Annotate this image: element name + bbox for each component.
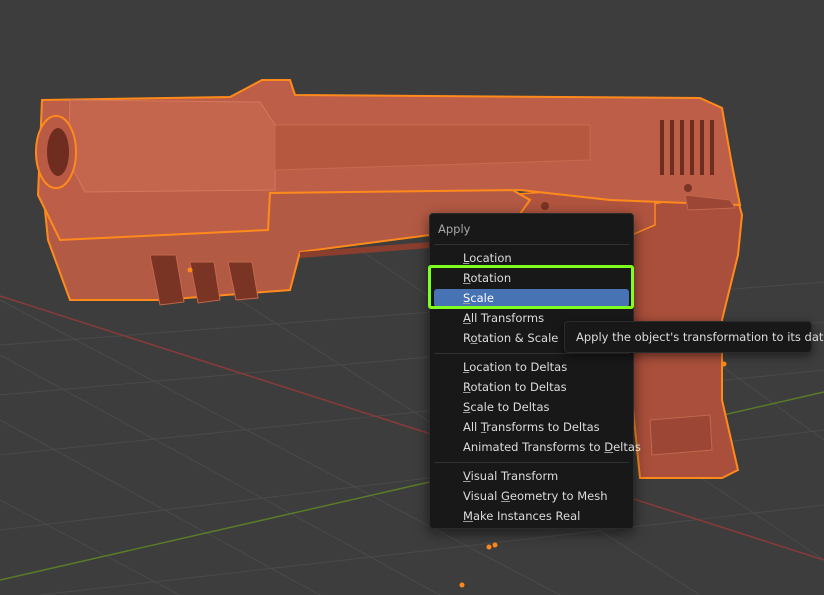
menu-separator — [434, 244, 629, 245]
menu-separator — [434, 462, 629, 463]
menu-item-location-to-deltas[interactable]: Location to Deltas — [434, 358, 629, 376]
menu-item-rotation-to-deltas[interactable]: Rotation to Deltas — [434, 378, 629, 396]
menu-item-rotation[interactable]: Rotation — [434, 269, 629, 287]
3d-viewport[interactable] — [0, 0, 824, 595]
menu-separator — [434, 353, 629, 354]
menu-title: Apply — [438, 222, 471, 236]
menu-item-location[interactable]: Location — [434, 249, 629, 267]
pistol-model[interactable] — [35, 79, 744, 479]
origin-point — [459, 582, 465, 588]
menu-item-make-instances-real[interactable]: Make Instances Real — [434, 507, 629, 525]
origin-point — [492, 542, 498, 548]
origin-point — [721, 361, 727, 367]
menu-item-visual-transform[interactable]: Visual Transform — [434, 467, 629, 485]
menu-item-scale[interactable]: Scale — [434, 289, 629, 307]
menu-item-all-transforms-to-deltas[interactable]: All Transforms to Deltas — [434, 418, 629, 436]
tooltip: Apply the object's transformation to its… — [564, 321, 824, 353]
menu-item-visual-geometry-to-mesh[interactable]: Visual Geometry to Mesh — [434, 487, 629, 505]
origin-point — [486, 544, 492, 550]
menu-item-animated-transforms-to-deltas[interactable]: Animated Transforms to Deltas — [434, 438, 641, 456]
menu-item-scale-to-deltas[interactable]: Scale to Deltas — [434, 398, 629, 416]
origin-point — [187, 267, 193, 273]
apply-menu: Apply Location Rotation Scale All Transf… — [429, 213, 641, 529]
